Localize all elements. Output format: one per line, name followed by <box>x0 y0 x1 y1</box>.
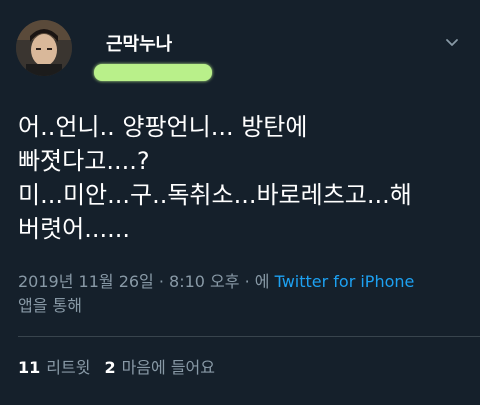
retweets-label: 리트윗 <box>46 358 91 377</box>
retweets-count: 11 <box>18 358 41 377</box>
avatar-photo <box>16 20 72 76</box>
likes-label: 마음에 들어요 <box>121 358 215 377</box>
divider <box>18 336 480 337</box>
via-suffix: 앱을 통해 <box>18 296 82 315</box>
tweet-meta: 2019년 11월 26일 · 8:10 오후 · 에 Twitter for … <box>18 270 468 318</box>
tweet-text: 어..언니.. 양팡언니... 방탄에 빠졋다고....? 미...미안...구… <box>18 113 412 243</box>
author-name[interactable]: 근막누나 <box>106 30 172 56</box>
tweet-timestamp[interactable]: 2019년 11월 26일 · 8:10 오후 · <box>18 272 255 291</box>
likes-stat[interactable]: 2 마음에 들어요 <box>104 358 215 377</box>
handle-redaction-mark <box>94 64 212 81</box>
via-prefix: 에 <box>254 272 275 291</box>
tweet-source-link[interactable]: Twitter for iPhone <box>275 272 415 291</box>
likes-count: 2 <box>104 358 116 377</box>
chevron-down-icon[interactable] <box>444 34 460 50</box>
avatar[interactable] <box>16 20 72 76</box>
retweets-stat[interactable]: 11 리트윗 <box>18 358 90 377</box>
tweet-stats: 11 리트윗 2 마음에 들어요 <box>18 354 229 378</box>
